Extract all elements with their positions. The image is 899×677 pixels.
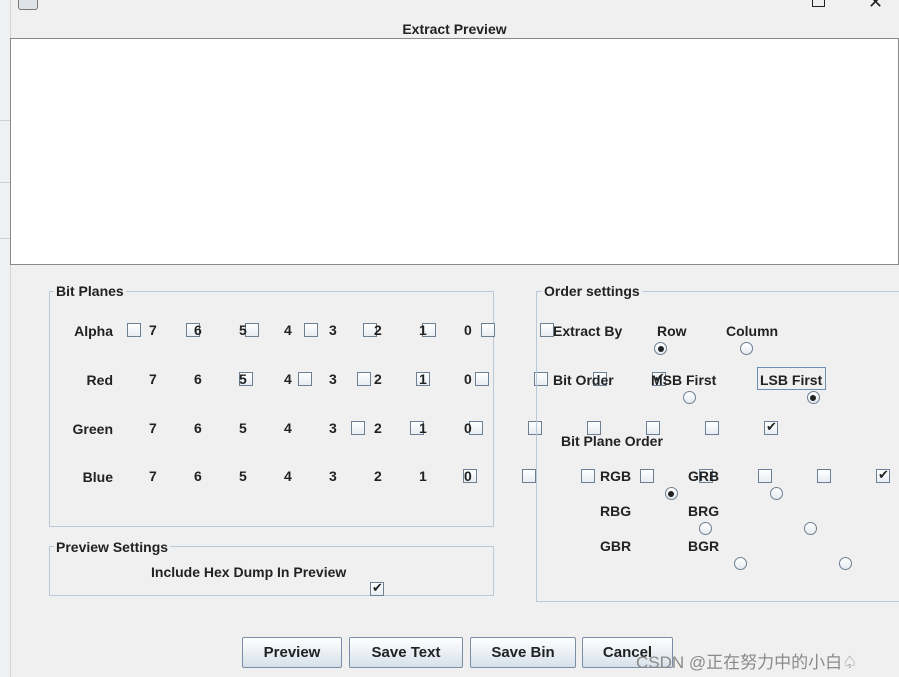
hex-dump-checkbox[interactable] [370, 580, 384, 596]
bit-plane-row-label: Blue [82, 469, 113, 485]
save-text-button[interactable]: Save Text [349, 637, 463, 668]
dialog-title: Extract Preview [402, 21, 507, 37]
bit-plane-number[interactable]: 6 [194, 371, 202, 387]
bit-plane-number[interactable]: 0 [464, 322, 472, 338]
bit-plane-checkbox[interactable] [298, 372, 312, 386]
bit-plane-number[interactable]: 3 [329, 468, 337, 484]
bit-plane-number[interactable]: 6 [194, 420, 202, 436]
bit-plane-number[interactable]: 7 [149, 468, 157, 484]
extract-by-label: Extract By [553, 323, 623, 339]
grb-label[interactable]: GRB [688, 467, 719, 485]
bit-plane-number[interactable]: 7 [149, 322, 157, 338]
bit-plane-number[interactable]: 0 [464, 420, 472, 436]
rgb-label[interactable]: RGB [600, 467, 631, 485]
msb-first-radio[interactable] [682, 391, 696, 404]
gbr-label[interactable]: GBR [600, 537, 631, 555]
bit-plane-number[interactable]: 0 [464, 371, 472, 387]
extract-by-column-label[interactable]: Column [726, 322, 778, 340]
brg-label[interactable]: BRG [688, 502, 719, 520]
bit-plane-checkbox[interactable] [127, 323, 141, 337]
extract-by-row-label[interactable]: Row [657, 322, 687, 340]
preview-settings-legend: Preview Settings [54, 538, 171, 556]
bgr-label[interactable]: BGR [688, 537, 719, 555]
bit-planes-legend: Bit Planes [54, 282, 126, 300]
lsb-first-label[interactable]: LSB First [760, 371, 822, 389]
bit-plane-number[interactable]: 2 [374, 371, 382, 387]
bit-plane-checkbox[interactable] [522, 469, 536, 483]
bit-plane-row-label: Green [72, 421, 113, 437]
gbr-radio[interactable] [733, 557, 747, 570]
bit-plane-number[interactable]: 5 [239, 322, 247, 338]
bit-order-label: Bit Order [553, 372, 614, 388]
bit-plane-number[interactable]: 1 [419, 420, 427, 436]
bit-plane-number[interactable]: 5 [239, 420, 247, 436]
bit-plane-number[interactable]: 5 [239, 468, 247, 484]
bit-plane-number[interactable]: 6 [194, 468, 202, 484]
bit-plane-number[interactable]: 7 [149, 371, 157, 387]
bit-plane-checkbox[interactable] [357, 372, 371, 386]
extract-preview-area[interactable] [10, 38, 899, 265]
rgb-radio[interactable] [664, 487, 678, 500]
app-icon [18, 0, 38, 10]
rbg-label[interactable]: RBG [600, 502, 631, 520]
grb-radio[interactable] [770, 487, 784, 500]
bit-plane-number[interactable]: 7 [149, 420, 157, 436]
divider [0, 238, 10, 239]
watermark: CSDN @正在努力中的小白♤ [636, 653, 858, 672]
bit-plane-number[interactable]: 2 [374, 420, 382, 436]
bit-plane-checkbox[interactable] [475, 372, 489, 386]
bit-plane-number[interactable]: 1 [419, 371, 427, 387]
msb-first-label[interactable]: MSB First [651, 371, 716, 389]
divider [0, 182, 10, 183]
bit-plane-number[interactable]: 3 [329, 371, 337, 387]
bit-plane-number[interactable]: 0 [464, 468, 472, 484]
bit-plane-number[interactable]: 4 [284, 322, 292, 338]
bit-plane-number[interactable]: 1 [419, 322, 427, 338]
order-settings-legend: Order settings [542, 282, 642, 300]
save-bin-button[interactable]: Save Bin [470, 637, 576, 668]
bit-plane-number[interactable]: 4 [284, 420, 292, 436]
title-bar [0, 0, 899, 12]
bit-plane-checkbox[interactable] [304, 323, 318, 337]
bit-plane-number[interactable]: 3 [329, 322, 337, 338]
hex-dump-label: Include Hex Dump In Preview [151, 564, 347, 580]
bit-plane-row-label: Red [86, 372, 113, 388]
close-icon[interactable]: ✕ [868, 0, 883, 13]
maximize-icon[interactable] [812, 0, 825, 7]
bit-plane-number[interactable]: 5 [239, 371, 247, 387]
bit-plane-order-label: Bit Plane Order [561, 433, 663, 449]
bit-plane-number[interactable]: 2 [374, 322, 382, 338]
bit-plane-checkbox[interactable] [351, 421, 365, 435]
preview-button[interactable]: Preview [242, 637, 342, 668]
divider [0, 120, 10, 121]
bgr-radio[interactable] [838, 557, 852, 570]
bit-plane-number[interactable]: 1 [419, 468, 427, 484]
lsb-first-radio[interactable] [806, 391, 820, 404]
bit-plane-row-label: Alpha [74, 323, 113, 339]
bit-plane-number[interactable]: 4 [284, 468, 292, 484]
bit-plane-number[interactable]: 6 [194, 322, 202, 338]
bit-plane-checkbox[interactable] [481, 323, 495, 337]
bit-plane-number[interactable]: 3 [329, 420, 337, 436]
bit-plane-number[interactable]: 2 [374, 468, 382, 484]
bit-plane-checkbox[interactable] [245, 323, 259, 337]
bit-plane-number[interactable]: 4 [284, 371, 292, 387]
